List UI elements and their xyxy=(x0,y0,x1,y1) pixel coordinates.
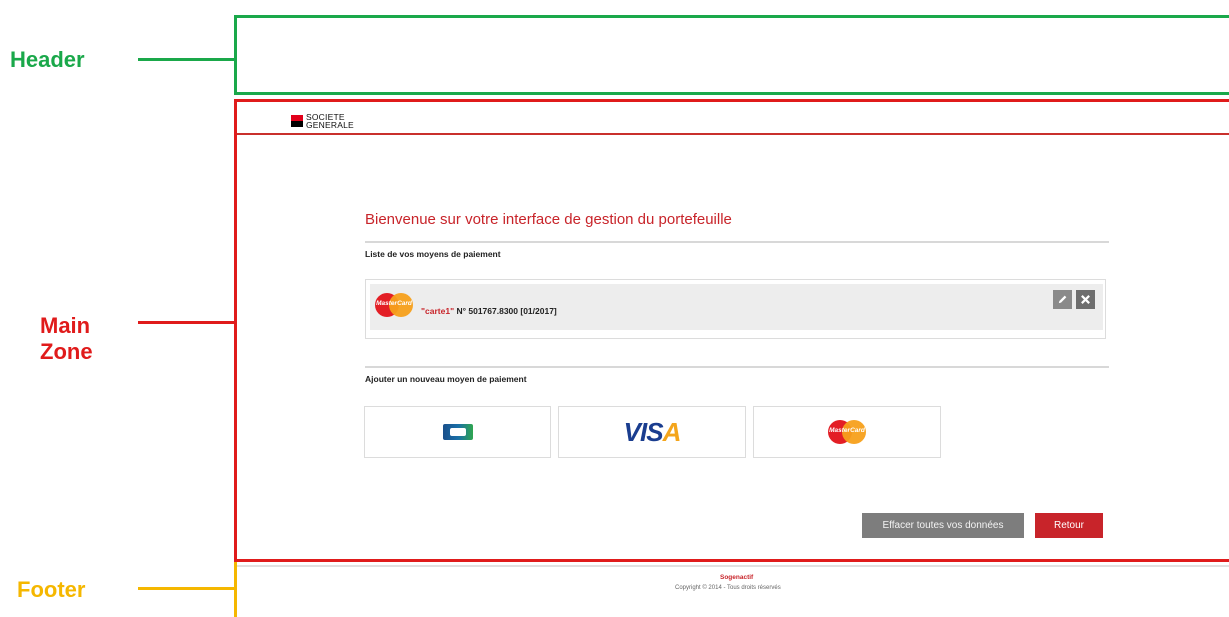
logo-mark-icon xyxy=(291,115,303,127)
footer-divider xyxy=(237,565,1229,567)
payment-list-label: Liste de vos moyens de paiement xyxy=(365,249,501,259)
mastercard-icon: MasterCard xyxy=(828,420,866,444)
card-description: "carte1" N° 501767.8300 [01/2017] xyxy=(421,306,557,316)
visa-text-main: VIS xyxy=(623,416,664,447)
cb-icon xyxy=(442,424,473,440)
logo-text-line2: GENERALE xyxy=(306,120,354,130)
visa-text-accent: A xyxy=(662,416,682,447)
add-payment-label: Ajouter un nouveau moyen de paiement xyxy=(365,374,527,384)
main-zone-annotation-line xyxy=(138,321,234,324)
mastercard-icon: MasterCard xyxy=(375,293,413,317)
societe-generale-logo: SOCIETE GENERALE xyxy=(291,113,354,129)
page-title: Bienvenue sur votre interface de gestion… xyxy=(365,211,732,228)
delete-card-button[interactable] xyxy=(1076,290,1095,309)
visa-icon: VISA xyxy=(623,416,682,448)
logo-text: SOCIETE GENERALE xyxy=(306,113,354,130)
edit-card-button[interactable] xyxy=(1053,290,1072,309)
header-zone-frame xyxy=(234,15,1229,95)
footer-brand: Sogenactif xyxy=(720,574,754,581)
back-button[interactable]: Retour xyxy=(1035,513,1103,538)
header-annotation-line xyxy=(138,58,234,61)
header-annotation-label: Header xyxy=(10,47,85,72)
brand-divider xyxy=(237,133,1229,135)
main-zone-annotation-line1: Main xyxy=(40,313,91,338)
section-divider xyxy=(365,366,1109,368)
add-mastercard-option[interactable]: MasterCard xyxy=(753,406,941,458)
add-visa-option[interactable]: VISA xyxy=(558,406,746,458)
clear-data-button[interactable]: Effacer toutes vos données xyxy=(862,513,1024,538)
main-zone-annotation-line2: Zone xyxy=(40,339,93,364)
footer-zone-frame xyxy=(234,562,237,617)
footer-annotation-label: Footer xyxy=(17,577,86,602)
mastercard-icon-text: MasterCard xyxy=(829,427,865,434)
pencil-icon xyxy=(1058,295,1067,304)
mastercard-icon-text: MasterCard xyxy=(376,300,412,307)
footer-annotation-line xyxy=(138,587,234,590)
close-icon xyxy=(1081,295,1090,304)
section-divider xyxy=(365,241,1109,243)
card-details: N° 501767.8300 [01/2017] xyxy=(454,306,557,316)
add-cb-option[interactable] xyxy=(364,406,551,458)
card-name: "carte1" xyxy=(421,306,455,316)
main-zone-annotation-label: Main Zone xyxy=(40,313,93,365)
footer-copyright: Copyright © 2014 - Tous droits réservés xyxy=(675,585,781,591)
